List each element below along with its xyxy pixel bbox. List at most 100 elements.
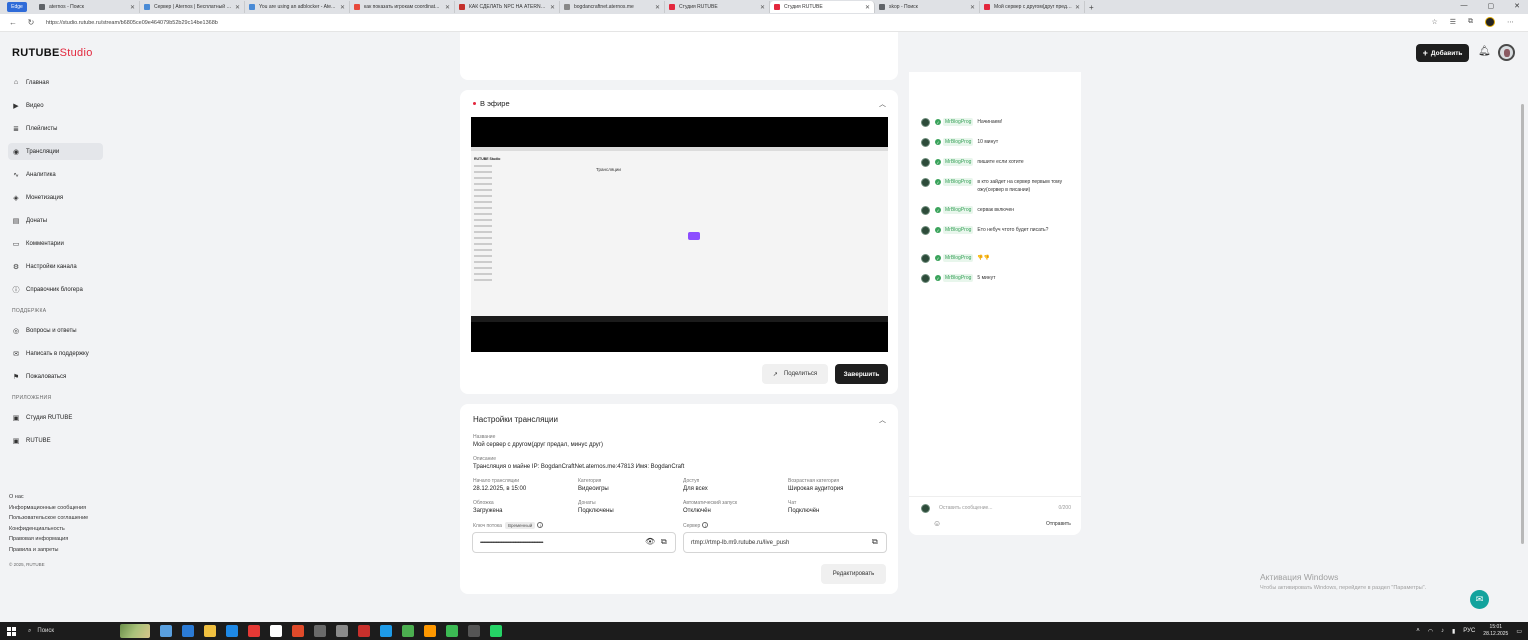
taskbar-app-icon[interactable]	[380, 625, 392, 637]
taskbar-app-icon[interactable]	[402, 625, 414, 637]
taskbar-app-icon[interactable]	[160, 625, 172, 637]
taskbar-app-icon[interactable]	[424, 625, 436, 637]
tab-close-icon[interactable]: ✕	[550, 4, 555, 11]
chat-username[interactable]: MrBlogProg	[943, 178, 974, 186]
footer-link[interactable]: Пользовательское соглашение	[9, 513, 88, 524]
tab-close-icon[interactable]: ✕	[1075, 4, 1080, 11]
chat-avatar[interactable]	[921, 138, 930, 147]
sidebar-item-donations[interactable]: ▤ Донаты	[8, 212, 103, 229]
sidebar-item-rutube-app[interactable]: ▣ RUTUBE	[8, 432, 103, 449]
stream-key-field[interactable]: ••••••••••••••••••••••••••••••••••••••••…	[472, 532, 676, 553]
taskbar-app-icon[interactable]	[446, 625, 458, 637]
copy-key-icon[interactable]: ⧉	[661, 537, 667, 547]
taskbar-app-icon[interactable]	[468, 625, 480, 637]
taskbar-app-icon[interactable]	[292, 625, 304, 637]
browser-tab[interactable]: Студия RUTUBE ✕	[665, 1, 770, 13]
browser-tab[interactable]: Студия RUTUBE ✕	[770, 1, 875, 13]
language-indicator[interactable]: РУС	[1463, 628, 1475, 634]
collections-icon[interactable]: ⧉	[1468, 18, 1473, 26]
stream-preview[interactable]: RUTUBE Studio Трансляции	[471, 117, 888, 352]
taskbar-app-icon[interactable]	[336, 625, 348, 637]
chat-input[interactable]: Оставить сообщение... 0/200	[921, 502, 1071, 514]
share-button[interactable]: ↗ Поделиться	[762, 364, 828, 384]
taskbar-app-icon[interactable]	[182, 625, 194, 637]
browser-tab[interactable]: skop - Поиск ✕	[875, 1, 980, 13]
sidebar-item-studio-app[interactable]: ▣ Студия RUTUBE	[8, 409, 103, 426]
copy-server-icon[interactable]: ⧉	[872, 537, 878, 547]
url-field[interactable]: https://studio.rutube.ru/stream/b6805ce0…	[46, 20, 218, 26]
emoji-icon[interactable]: ☺	[933, 519, 941, 528]
chat-avatar[interactable]	[921, 274, 930, 283]
taskbar-app-icon[interactable]	[270, 625, 282, 637]
sidebar-item-monetization[interactable]: ◈ Монетизация	[8, 189, 103, 206]
sidebar-item-comments[interactable]: ▭ Комментарии	[8, 235, 103, 252]
tab-close-icon[interactable]: ✕	[340, 4, 345, 11]
favorites-icon[interactable]: ☰	[1450, 18, 1456, 26]
chat-username[interactable]: MrBlogProg	[943, 206, 974, 214]
taskbar-app-icon[interactable]	[490, 625, 502, 637]
chat-avatar[interactable]	[921, 226, 930, 235]
browser-tab[interactable]: Мой сервер с другом(друг преда... ✕	[980, 1, 1085, 13]
sidebar-item-report[interactable]: ⚑ Пожаловаться	[8, 368, 103, 385]
footer-link[interactable]: Правила и запреты	[9, 545, 88, 556]
browser-tab[interactable]: aternos - Поиск ✕	[35, 1, 140, 13]
sidebar-item-contact-support[interactable]: ✉ Написать в поддержку	[8, 345, 103, 362]
tab-close-icon[interactable]: ✕	[655, 4, 660, 11]
sidebar-item-streams[interactable]: ◉ Трансляции	[8, 143, 103, 160]
taskbar-search[interactable]: ⌕ Поиск	[28, 628, 118, 635]
favorite-star-icon[interactable]: ☆	[1431, 18, 1437, 26]
maximize-button[interactable]: ▢	[1488, 2, 1495, 10]
send-button[interactable]: Отправить	[1046, 521, 1071, 527]
notification-center-icon[interactable]: ▭	[1516, 628, 1522, 635]
chat-avatar[interactable]	[921, 158, 930, 167]
chat-username[interactable]: MrBlogProg	[943, 138, 974, 146]
tab-close-icon[interactable]: ✕	[760, 4, 765, 11]
tab-close-icon[interactable]: ✕	[445, 4, 450, 11]
chat-avatar[interactable]	[921, 254, 930, 263]
reload-icon[interactable]: ↻	[26, 18, 36, 27]
close-window-button[interactable]: ✕	[1514, 2, 1520, 10]
taskbar-app-icon[interactable]	[358, 625, 370, 637]
profile-avatar[interactable]	[1485, 17, 1495, 27]
footer-link[interactable]: О нас	[9, 492, 88, 503]
chat-username[interactable]: MrBlogProg	[943, 158, 974, 166]
browser-tab[interactable]: Сервер | Aternos | Бесплатный с... ✕	[140, 1, 245, 13]
support-chat-button[interactable]: ✉	[1470, 590, 1489, 609]
collapse-chevron-icon[interactable]: ︿	[879, 99, 886, 109]
chat-avatar[interactable]	[921, 178, 930, 187]
chat-username[interactable]: MrBlogProg	[943, 118, 974, 126]
clock[interactable]: 15:01 28.12.2025	[1483, 624, 1508, 638]
browser-tab[interactable]: КАК СДЕЛАТЬ NPC НА ATERNOS... ✕	[455, 1, 560, 13]
battery-icon[interactable]: ▮	[1452, 628, 1455, 635]
finish-stream-button[interactable]: Завершить	[835, 364, 888, 384]
add-button[interactable]: + Добавить	[1416, 44, 1469, 62]
footer-link[interactable]: Информационные сообщения	[9, 503, 88, 514]
tab-close-icon[interactable]: ✕	[130, 4, 135, 11]
chat-username[interactable]: MrBlogProg	[943, 254, 974, 262]
user-avatar[interactable]	[1498, 44, 1515, 61]
tray-chevron-icon[interactable]: ˄	[1416, 628, 1420, 634]
browser-tab[interactable]: You are using an adblocker - Ate... ✕	[245, 1, 350, 13]
taskbar-app-icon[interactable]	[226, 625, 238, 637]
new-tab-button[interactable]: +	[1089, 3, 1094, 12]
notifications-bell-icon[interactable]: 🔔︎	[1478, 46, 1491, 57]
browser-tab[interactable]: как показать игрокам coordinat... ✕	[350, 1, 455, 13]
edit-button[interactable]: Редактировать	[821, 564, 886, 584]
page-scrollbar[interactable]	[1519, 74, 1525, 614]
sidebar-item-home[interactable]: ⌂ Главная	[8, 74, 103, 91]
sidebar-item-faq[interactable]: ◎ Вопросы и ответы	[8, 322, 103, 339]
more-menu-icon[interactable]: ⋯	[1507, 18, 1514, 26]
sidebar-item-video[interactable]: ▶ Видео	[8, 97, 103, 114]
server-field[interactable]: rtmp://rtmp-lb.m9.rutube.ru/live_push ⧉	[683, 532, 887, 553]
sidebar-item-playlists[interactable]: ≣ Плейлисты	[8, 120, 103, 137]
taskbar-app-icon[interactable]	[248, 625, 260, 637]
show-key-eye-icon[interactable]: 👁︎	[645, 537, 655, 546]
chat-username[interactable]: MrBlogProg	[943, 226, 974, 234]
taskbar-app-icon[interactable]	[204, 625, 216, 637]
taskbar-app-icon[interactable]	[314, 625, 326, 637]
rutube-studio-logo[interactable]: RUTUBEStudio	[12, 47, 93, 59]
chat-avatar[interactable]	[921, 118, 930, 127]
sidebar-item-channel-settings[interactable]: ⚙ Настройки канала	[8, 258, 103, 275]
chat-avatar[interactable]	[921, 206, 930, 215]
tab-close-icon[interactable]: ✕	[235, 4, 240, 11]
